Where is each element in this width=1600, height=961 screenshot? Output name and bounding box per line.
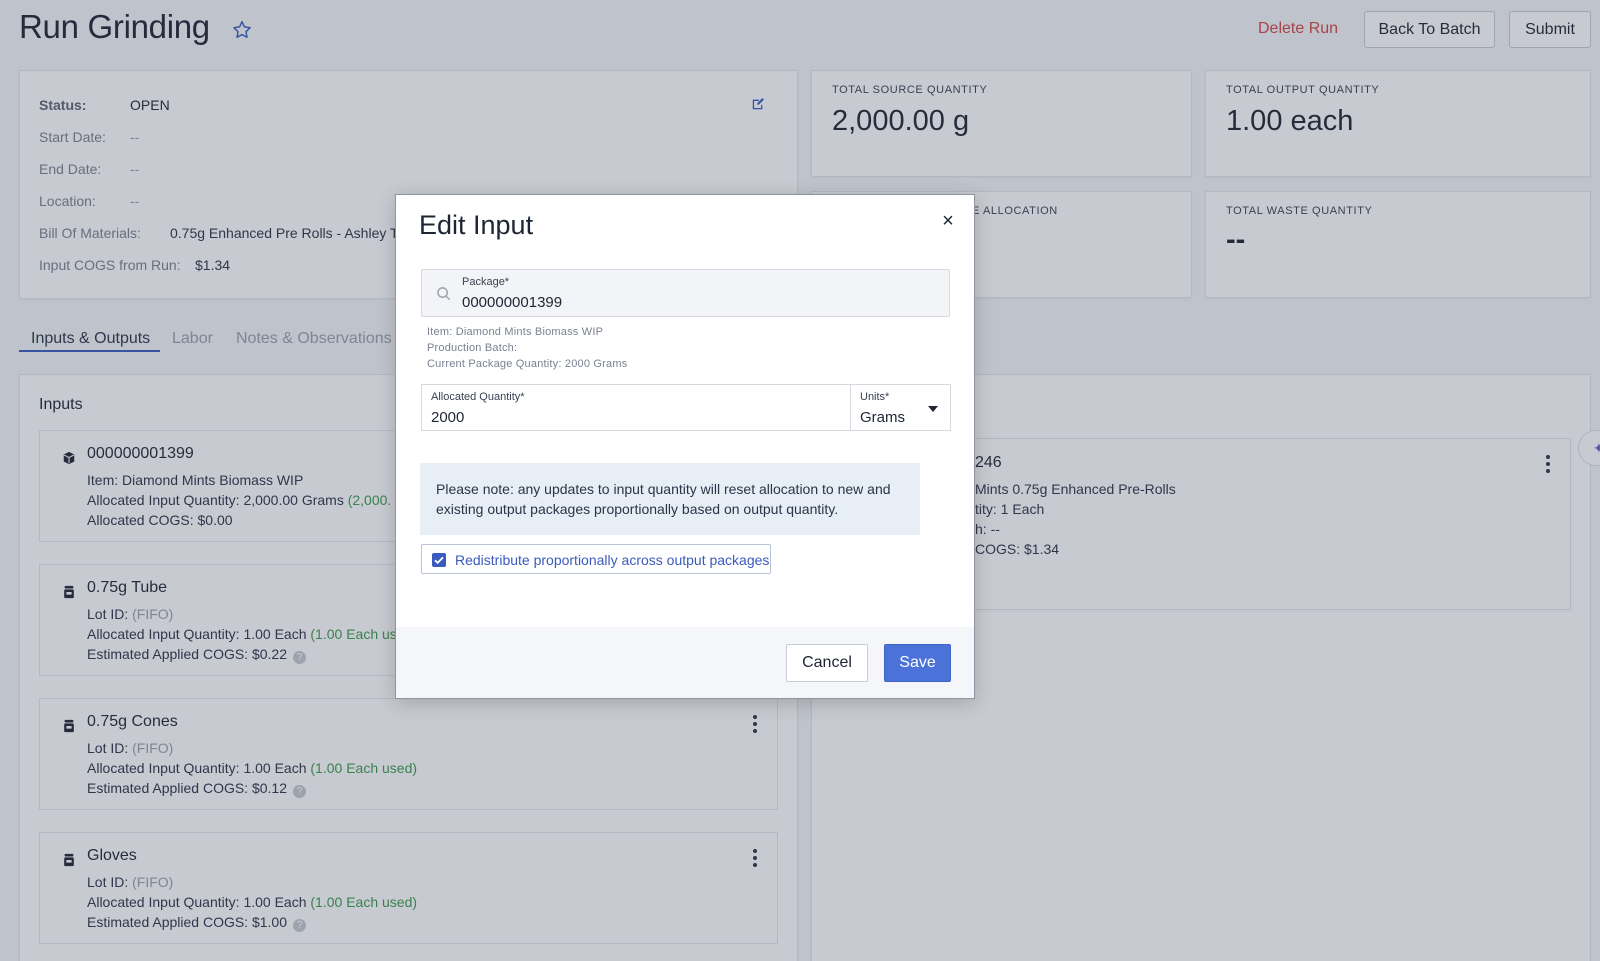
units-label: Units* [860, 391, 890, 403]
close-icon[interactable]: × [938, 211, 958, 231]
allocated-quantity-input[interactable]: 2000 [431, 409, 464, 426]
check-icon [434, 556, 444, 565]
allocated-quantity-field[interactable]: Allocated Quantity* 2000 [421, 384, 851, 431]
search-icon [437, 287, 451, 301]
chevron-down-icon [928, 406, 938, 412]
helper-package-quantity: Current Package Quantity: 2000 Grams [427, 358, 628, 370]
package-input[interactable]: 000000001399 [462, 294, 562, 311]
modal-footer: Cancel Save [396, 627, 974, 698]
package-label: Package* [462, 276, 510, 288]
package-search-field[interactable]: Package* 000000001399 [421, 269, 950, 317]
allocation-note: Please note: any updates to input quanti… [420, 463, 920, 535]
allocated-quantity-label: Allocated Quantity* [431, 391, 525, 403]
units-select[interactable]: Units* Grams [850, 384, 951, 431]
modal-title: Edit Input [419, 210, 534, 240]
helper-batch: Production Batch: [427, 342, 518, 354]
units-value: Grams [860, 409, 905, 426]
redistribute-label[interactable]: Redistribute proportionally across outpu… [455, 552, 769, 568]
edit-input-modal: Edit Input × Package* 000000001399 Item:… [395, 194, 975, 699]
save-button[interactable]: Save [884, 644, 951, 682]
redistribute-option[interactable]: Redistribute proportionally across outpu… [421, 544, 771, 574]
helper-item: Item: Diamond Mints Biomass WIP [427, 326, 604, 338]
cancel-button[interactable]: Cancel [786, 644, 868, 682]
redistribute-checkbox[interactable] [432, 553, 446, 567]
